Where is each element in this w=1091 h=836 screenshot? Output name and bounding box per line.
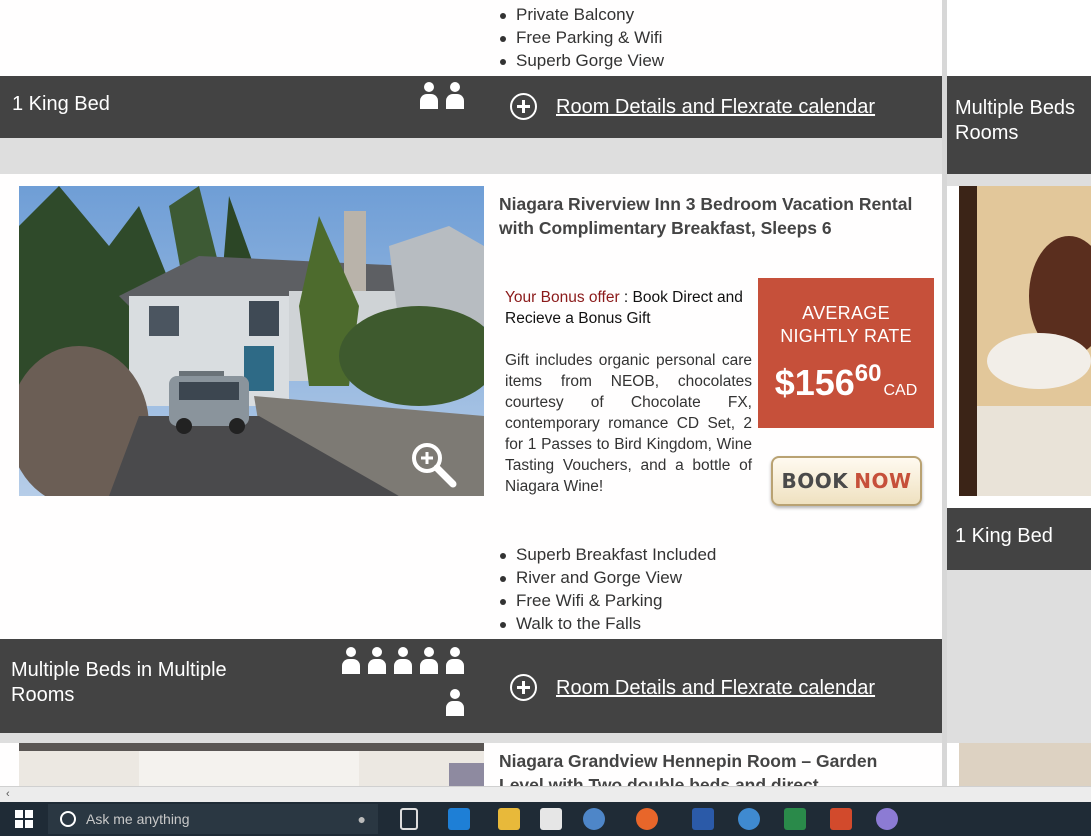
next-listing-title[interactable]: Niagara Grandview Hennepin Room – Garden…: [499, 749, 944, 786]
feature-item: Private Balcony: [498, 3, 664, 26]
chrome-icon[interactable]: [738, 808, 760, 830]
gift-description: Gift includes organic personal care item…: [505, 352, 752, 495]
person-icon: [342, 647, 360, 674]
bed-type-label: 1 King Bed: [12, 93, 110, 115]
right-separator: [947, 174, 1091, 186]
person-icon: [446, 689, 464, 716]
room-bar-top: 1 King Bed Room Details and Flexrate cal…: [0, 76, 942, 138]
nightly-rate-box: AVERAGE NIGHTLY RATE $15660CAD: [758, 278, 934, 428]
right-listing-photo[interactable]: [959, 186, 1091, 496]
store-icon[interactable]: [540, 808, 562, 830]
bed-type-label: Multiple Beds in Multiple Rooms: [11, 659, 227, 706]
listing-feature-list: Superb Breakfast Included River and Gorg…: [498, 543, 716, 635]
bonus-label: Your Bonus offer: [505, 289, 620, 306]
price-cents: 60: [854, 360, 882, 387]
person-icon: [446, 647, 464, 674]
person-icon: [420, 647, 438, 674]
price-currency: CAD: [883, 382, 918, 399]
person-icon: [394, 647, 412, 674]
person-icon: [446, 82, 464, 109]
task-view-icon[interactable]: [400, 808, 418, 830]
rate-label-line1: AVERAGE: [802, 303, 890, 323]
room-details-link[interactable]: Room Details and Flexrate calendar: [556, 96, 875, 119]
feature-item: River and Gorge View: [498, 566, 716, 589]
person-icon: [420, 82, 438, 109]
room-bar-listing: Multiple Beds in Multiple Rooms Room Det…: [0, 639, 942, 733]
right-gap: [947, 570, 1091, 743]
windows-start-icon[interactable]: [15, 810, 33, 828]
top-feature-list: Private Balcony Free Parking & Wifi Supe…: [498, 3, 664, 72]
rate-price: $15660CAD: [758, 354, 934, 411]
rate-label-line2: NIGHTLY RATE: [780, 326, 912, 346]
right-room-bar: Multiple Beds Rooms: [947, 76, 1091, 174]
listing-separator: [0, 138, 942, 174]
plus-circle-icon[interactable]: [510, 93, 537, 120]
feature-item: Free Parking & Wifi: [498, 26, 664, 49]
right-next-photo[interactable]: [959, 743, 1091, 786]
plus-circle-icon[interactable]: [510, 674, 537, 701]
listing-separator: [0, 733, 942, 743]
bonus-offer: Your Bonus offer : Book Direct and Recie…: [505, 287, 745, 329]
room-details-link[interactable]: Room Details and Flexrate calendar: [556, 677, 875, 700]
book-now-button[interactable]: BOOK NOW: [771, 456, 922, 506]
microphone-icon[interactable]: ●: [358, 811, 366, 827]
next-title-line2: Level with Two double beds and direct: [499, 775, 819, 786]
cortana-search-box[interactable]: Ask me anything ●: [48, 804, 378, 834]
feature-item: Superb Breakfast Included: [498, 543, 716, 566]
paint-icon[interactable]: [876, 808, 898, 830]
edge-browser-icon[interactable]: [448, 808, 470, 830]
powerpoint-icon[interactable]: [830, 808, 852, 830]
app-icon[interactable]: [583, 808, 605, 830]
listing-photo[interactable]: [19, 186, 484, 496]
cortana-icon: [60, 811, 76, 827]
price-dollars: $156: [774, 362, 855, 403]
feature-item: Superb Gorge View: [498, 49, 664, 72]
search-placeholder: Ask me anything: [86, 811, 190, 827]
right-column: Multiple Beds Rooms 1 King Bed: [947, 0, 1091, 786]
guest-icons: [340, 645, 470, 725]
next-listing-photo[interactable]: [19, 743, 484, 786]
rate-label: AVERAGE NIGHTLY RATE: [758, 302, 934, 348]
zoom-icon[interactable]: [409, 440, 459, 490]
guest-icons: [420, 82, 470, 112]
excel-icon[interactable]: [784, 808, 806, 830]
right-bed-type-label: Multiple Beds Rooms: [955, 97, 1076, 144]
now-label: NOW: [854, 469, 912, 493]
listing-title[interactable]: Niagara Riverview Inn 3 Bedroom Vacation…: [499, 192, 939, 240]
person-icon: [368, 647, 386, 674]
book-label: BOOK: [781, 469, 849, 493]
firefox-icon[interactable]: [636, 808, 658, 830]
feature-item: Walk to the Falls: [498, 612, 716, 635]
right-room-bar-2: 1 King Bed: [947, 508, 1091, 570]
word-icon[interactable]: [692, 808, 714, 830]
file-explorer-icon[interactable]: [498, 808, 520, 830]
feature-item: Free Wifi & Parking: [498, 589, 716, 612]
right-bed-type-label-2: 1 King Bed: [955, 525, 1053, 547]
horizontal-scrollbar[interactable]: ‹: [0, 786, 1091, 802]
next-title-line1: Niagara Grandview Hennepin Room – Garden: [499, 751, 878, 771]
scroll-left-arrow-icon[interactable]: ‹: [6, 788, 10, 800]
